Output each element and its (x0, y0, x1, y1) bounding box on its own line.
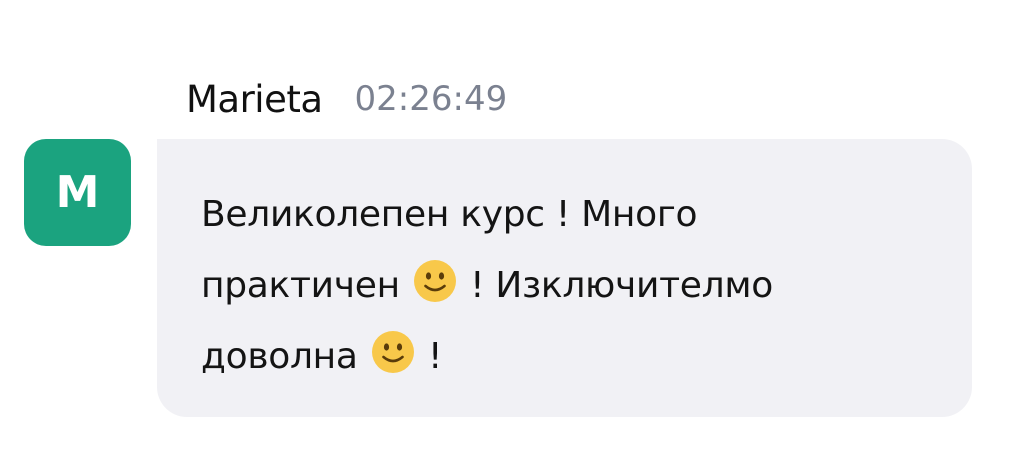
message-text-line2a: практичен (201, 265, 400, 306)
chat-message: M Marieta 02:26:49 Великолепен курс ! Мн… (0, 0, 1024, 464)
message-text-line1: Великолепен курс ! Много (201, 194, 698, 235)
message-text-line3a: доволна (201, 336, 358, 377)
message-text: Великолепен курс ! Много практичен ! Изк… (201, 179, 932, 392)
message-timestamp: 02:26:49 (354, 79, 508, 119)
message-bubble: Великолепен курс ! Много практичен ! Изк… (157, 139, 972, 417)
slightly-smiling-face-icon (371, 331, 414, 373)
message-text-line2b: ! Изключителмо (470, 265, 773, 306)
message-header: Marieta 02:26:49 (186, 74, 507, 124)
slightly-smiling-face-icon (413, 260, 456, 302)
message-text-line3b: ! (427, 336, 443, 377)
author-name[interactable]: Marieta (186, 78, 323, 121)
avatar[interactable]: M (24, 139, 131, 246)
